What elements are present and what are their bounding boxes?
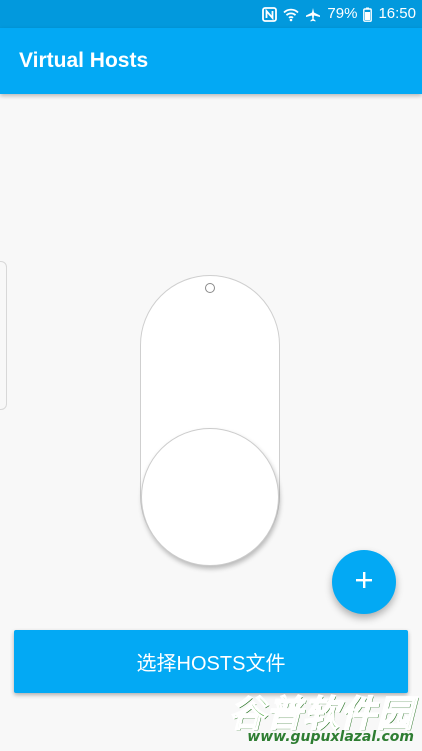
clock: 16:50	[378, 5, 416, 22]
watermark-url: www.gupuxlazal.com	[247, 729, 414, 745]
drawer-edge-card[interactable]	[0, 261, 7, 410]
page-title: Virtual Hosts	[19, 49, 149, 72]
select-hosts-file-button[interactable]: 选择HOSTS文件	[14, 630, 408, 693]
nfc-icon	[262, 6, 278, 22]
battery-percent: 79%	[327, 5, 358, 22]
watermark: 谷普软件园 www.gupuxlazal.com	[228, 685, 420, 747]
toggle-indicator-hole	[205, 283, 215, 293]
toggle-knob[interactable]	[141, 428, 279, 566]
plus-icon	[354, 570, 374, 595]
add-button[interactable]	[332, 550, 396, 614]
status-icons: 79% 16:50	[262, 0, 416, 28]
wifi-icon	[283, 7, 300, 22]
battery-icon	[363, 7, 373, 22]
app-bar: Virtual Hosts	[0, 28, 422, 94]
airplane-icon	[305, 7, 321, 22]
select-hosts-file-label: 选择HOSTS文件	[136, 653, 286, 675]
status-bar: 79% 16:50	[0, 0, 422, 28]
